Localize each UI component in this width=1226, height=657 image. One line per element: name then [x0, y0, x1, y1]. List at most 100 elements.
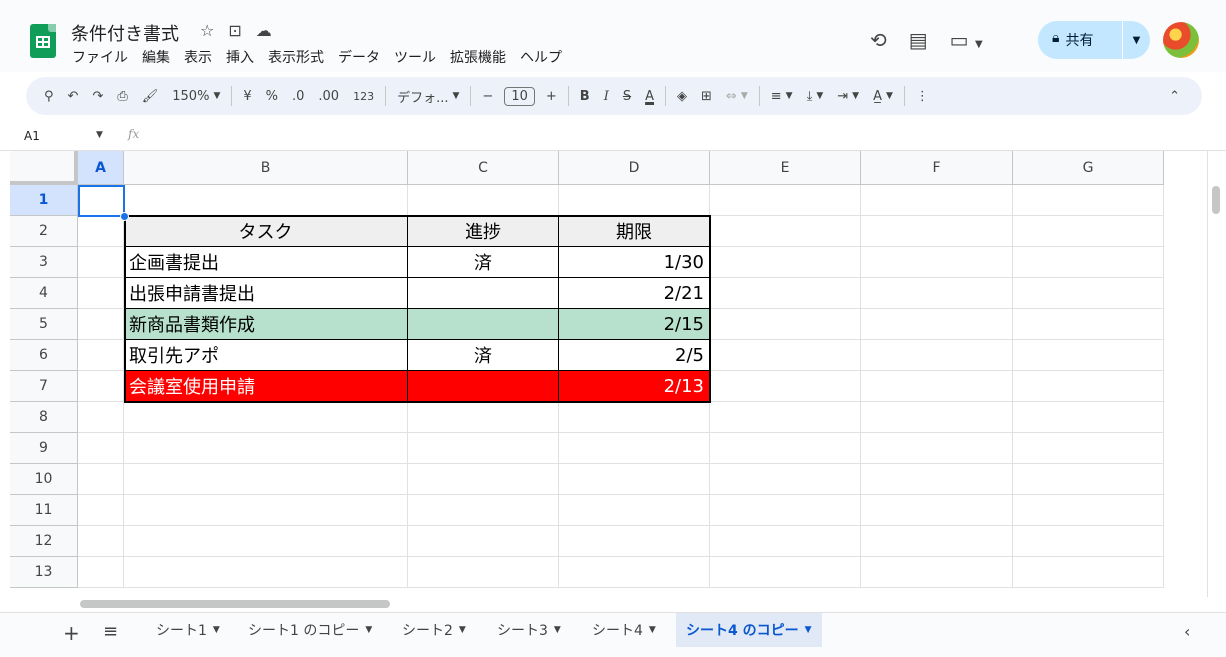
cell[interactable] — [408, 495, 559, 526]
cell[interactable] — [408, 526, 559, 557]
cell[interactable] — [559, 402, 710, 433]
cell[interactable] — [861, 371, 1013, 402]
cell[interactable] — [710, 371, 861, 402]
selected-cell-a1[interactable] — [78, 185, 125, 217]
cell[interactable] — [78, 371, 124, 402]
cell[interactable] — [124, 495, 408, 526]
italic-button[interactable]: I — [597, 89, 616, 104]
menu-edit[interactable]: 編集 — [141, 47, 171, 67]
cell[interactable] — [124, 464, 408, 495]
cell[interactable] — [1013, 495, 1164, 526]
column-header-a[interactable]: A — [78, 151, 124, 185]
horizontal-scroll-thumb[interactable] — [80, 600, 390, 608]
vertical-scrollbar[interactable] — [1207, 151, 1226, 597]
row-header-9[interactable]: 9 — [10, 433, 78, 464]
due-cell[interactable]: 2/5 — [559, 340, 710, 371]
table-header-cell[interactable]: 進捗 — [408, 216, 559, 247]
decrease-decimal-button[interactable]: .0 — [285, 89, 311, 104]
menu-tools[interactable]: ツール — [393, 47, 437, 67]
paint-format-icon[interactable]: 🖌︎ — [135, 89, 166, 104]
menu-help[interactable]: ヘルプ — [519, 47, 563, 67]
name-box-dropdown-icon[interactable]: ▼ — [96, 130, 103, 140]
undo-icon[interactable]: ↶ — [61, 89, 86, 104]
chevron-down-icon[interactable]: ▼ — [805, 625, 812, 635]
add-sheet-icon[interactable]: + — [63, 621, 80, 645]
decrease-font-size-button[interactable]: − — [475, 89, 500, 104]
redo-icon[interactable]: ↷ — [85, 89, 110, 104]
vertical-scroll-thumb[interactable] — [1212, 186, 1220, 214]
more-formats-button[interactable]: 123 — [346, 90, 381, 103]
cell[interactable] — [1013, 309, 1164, 340]
menu-insert[interactable]: 挿入 — [225, 47, 255, 67]
cell[interactable] — [1013, 402, 1164, 433]
chevron-down-icon[interactable]: ▼ — [365, 625, 372, 635]
comment-icon[interactable]: ▤ — [909, 28, 928, 52]
chevron-down-icon[interactable]: ▼ — [649, 625, 656, 635]
cell[interactable] — [78, 278, 124, 309]
print-icon[interactable]: ⎙ — [110, 89, 134, 104]
star-icon[interactable]: ☆ — [200, 21, 214, 40]
select-all-corner[interactable] — [10, 151, 78, 185]
row-header-4[interactable]: 4 — [10, 278, 78, 309]
text-rotation-icon[interactable]: A̲ ▼ — [866, 89, 900, 104]
cell[interactable] — [559, 526, 710, 557]
cell[interactable] — [1013, 247, 1164, 278]
cell[interactable] — [861, 433, 1013, 464]
cell[interactable] — [124, 433, 408, 464]
increase-font-size-button[interactable]: + — [539, 89, 564, 104]
due-cell[interactable]: 2/15 — [559, 309, 710, 340]
row-header-13[interactable]: 13 — [10, 557, 78, 588]
cell[interactable] — [861, 464, 1013, 495]
table-header-cell[interactable]: タスク — [124, 216, 408, 247]
cell[interactable] — [710, 216, 861, 247]
cell[interactable] — [861, 247, 1013, 278]
cell[interactable] — [1013, 526, 1164, 557]
sheets-logo-icon[interactable] — [30, 24, 56, 58]
more-options-icon[interactable]: ⋮ — [909, 89, 936, 104]
cell[interactable] — [408, 464, 559, 495]
share-button[interactable]: 🔒︎ 共有 ▼ — [1038, 21, 1150, 59]
sheet-tab[interactable]: シート4 のコピー ▼ — [676, 613, 822, 647]
scroll-tabs-left-icon[interactable]: ‹ — [1184, 622, 1190, 641]
all-sheets-icon[interactable]: ≡ — [103, 621, 118, 642]
row-header-1[interactable]: 1 — [10, 185, 78, 216]
due-cell[interactable]: 1/30 — [559, 247, 710, 278]
cell[interactable] — [78, 309, 124, 340]
cell[interactable] — [559, 495, 710, 526]
row-header-7[interactable]: 7 — [10, 371, 78, 402]
row-header-2[interactable]: 2 — [10, 216, 78, 247]
cell[interactable] — [78, 402, 124, 433]
zoom-select[interactable]: 150% ▼ — [165, 89, 227, 104]
sheet-tab[interactable]: シート1 のコピー ▼ — [238, 613, 382, 647]
column-header-g[interactable]: G — [1013, 151, 1164, 185]
fill-color-icon[interactable]: ◈ — [670, 89, 694, 104]
cell[interactable] — [559, 433, 710, 464]
cell[interactable] — [861, 309, 1013, 340]
horizontal-align-icon[interactable]: ≡ ▼ — [764, 89, 800, 104]
cell[interactable] — [861, 278, 1013, 309]
history-icon[interactable]: ⟲ — [870, 28, 887, 52]
fill-handle[interactable] — [120, 212, 129, 221]
cell[interactable] — [710, 495, 861, 526]
name-box[interactable]: A1 — [24, 129, 40, 143]
cell[interactable] — [78, 557, 124, 588]
font-select[interactable]: デフォ... ▼ — [390, 87, 466, 106]
due-cell[interactable]: 2/21 — [559, 278, 710, 309]
menu-extensions[interactable]: 拡張機能 — [449, 47, 507, 67]
cell[interactable] — [1013, 371, 1164, 402]
cell[interactable] — [861, 402, 1013, 433]
progress-cell[interactable] — [408, 371, 559, 402]
collapse-menus-icon[interactable]: ⌃ — [1162, 89, 1202, 104]
menu-format[interactable]: 表示形式 — [267, 47, 325, 67]
cell[interactable] — [710, 278, 861, 309]
sheet-tab[interactable]: シート4 ▼ — [582, 613, 666, 647]
cell[interactable] — [559, 557, 710, 588]
cell[interactable] — [861, 557, 1013, 588]
cell[interactable] — [710, 433, 861, 464]
menu-view[interactable]: 表示 — [183, 47, 213, 67]
chevron-down-icon[interactable]: ▼ — [213, 625, 220, 635]
row-header-10[interactable]: 10 — [10, 464, 78, 495]
font-size-input[interactable]: 10 — [504, 86, 535, 106]
column-header-c[interactable]: C — [408, 151, 559, 185]
cell[interactable] — [78, 216, 124, 247]
